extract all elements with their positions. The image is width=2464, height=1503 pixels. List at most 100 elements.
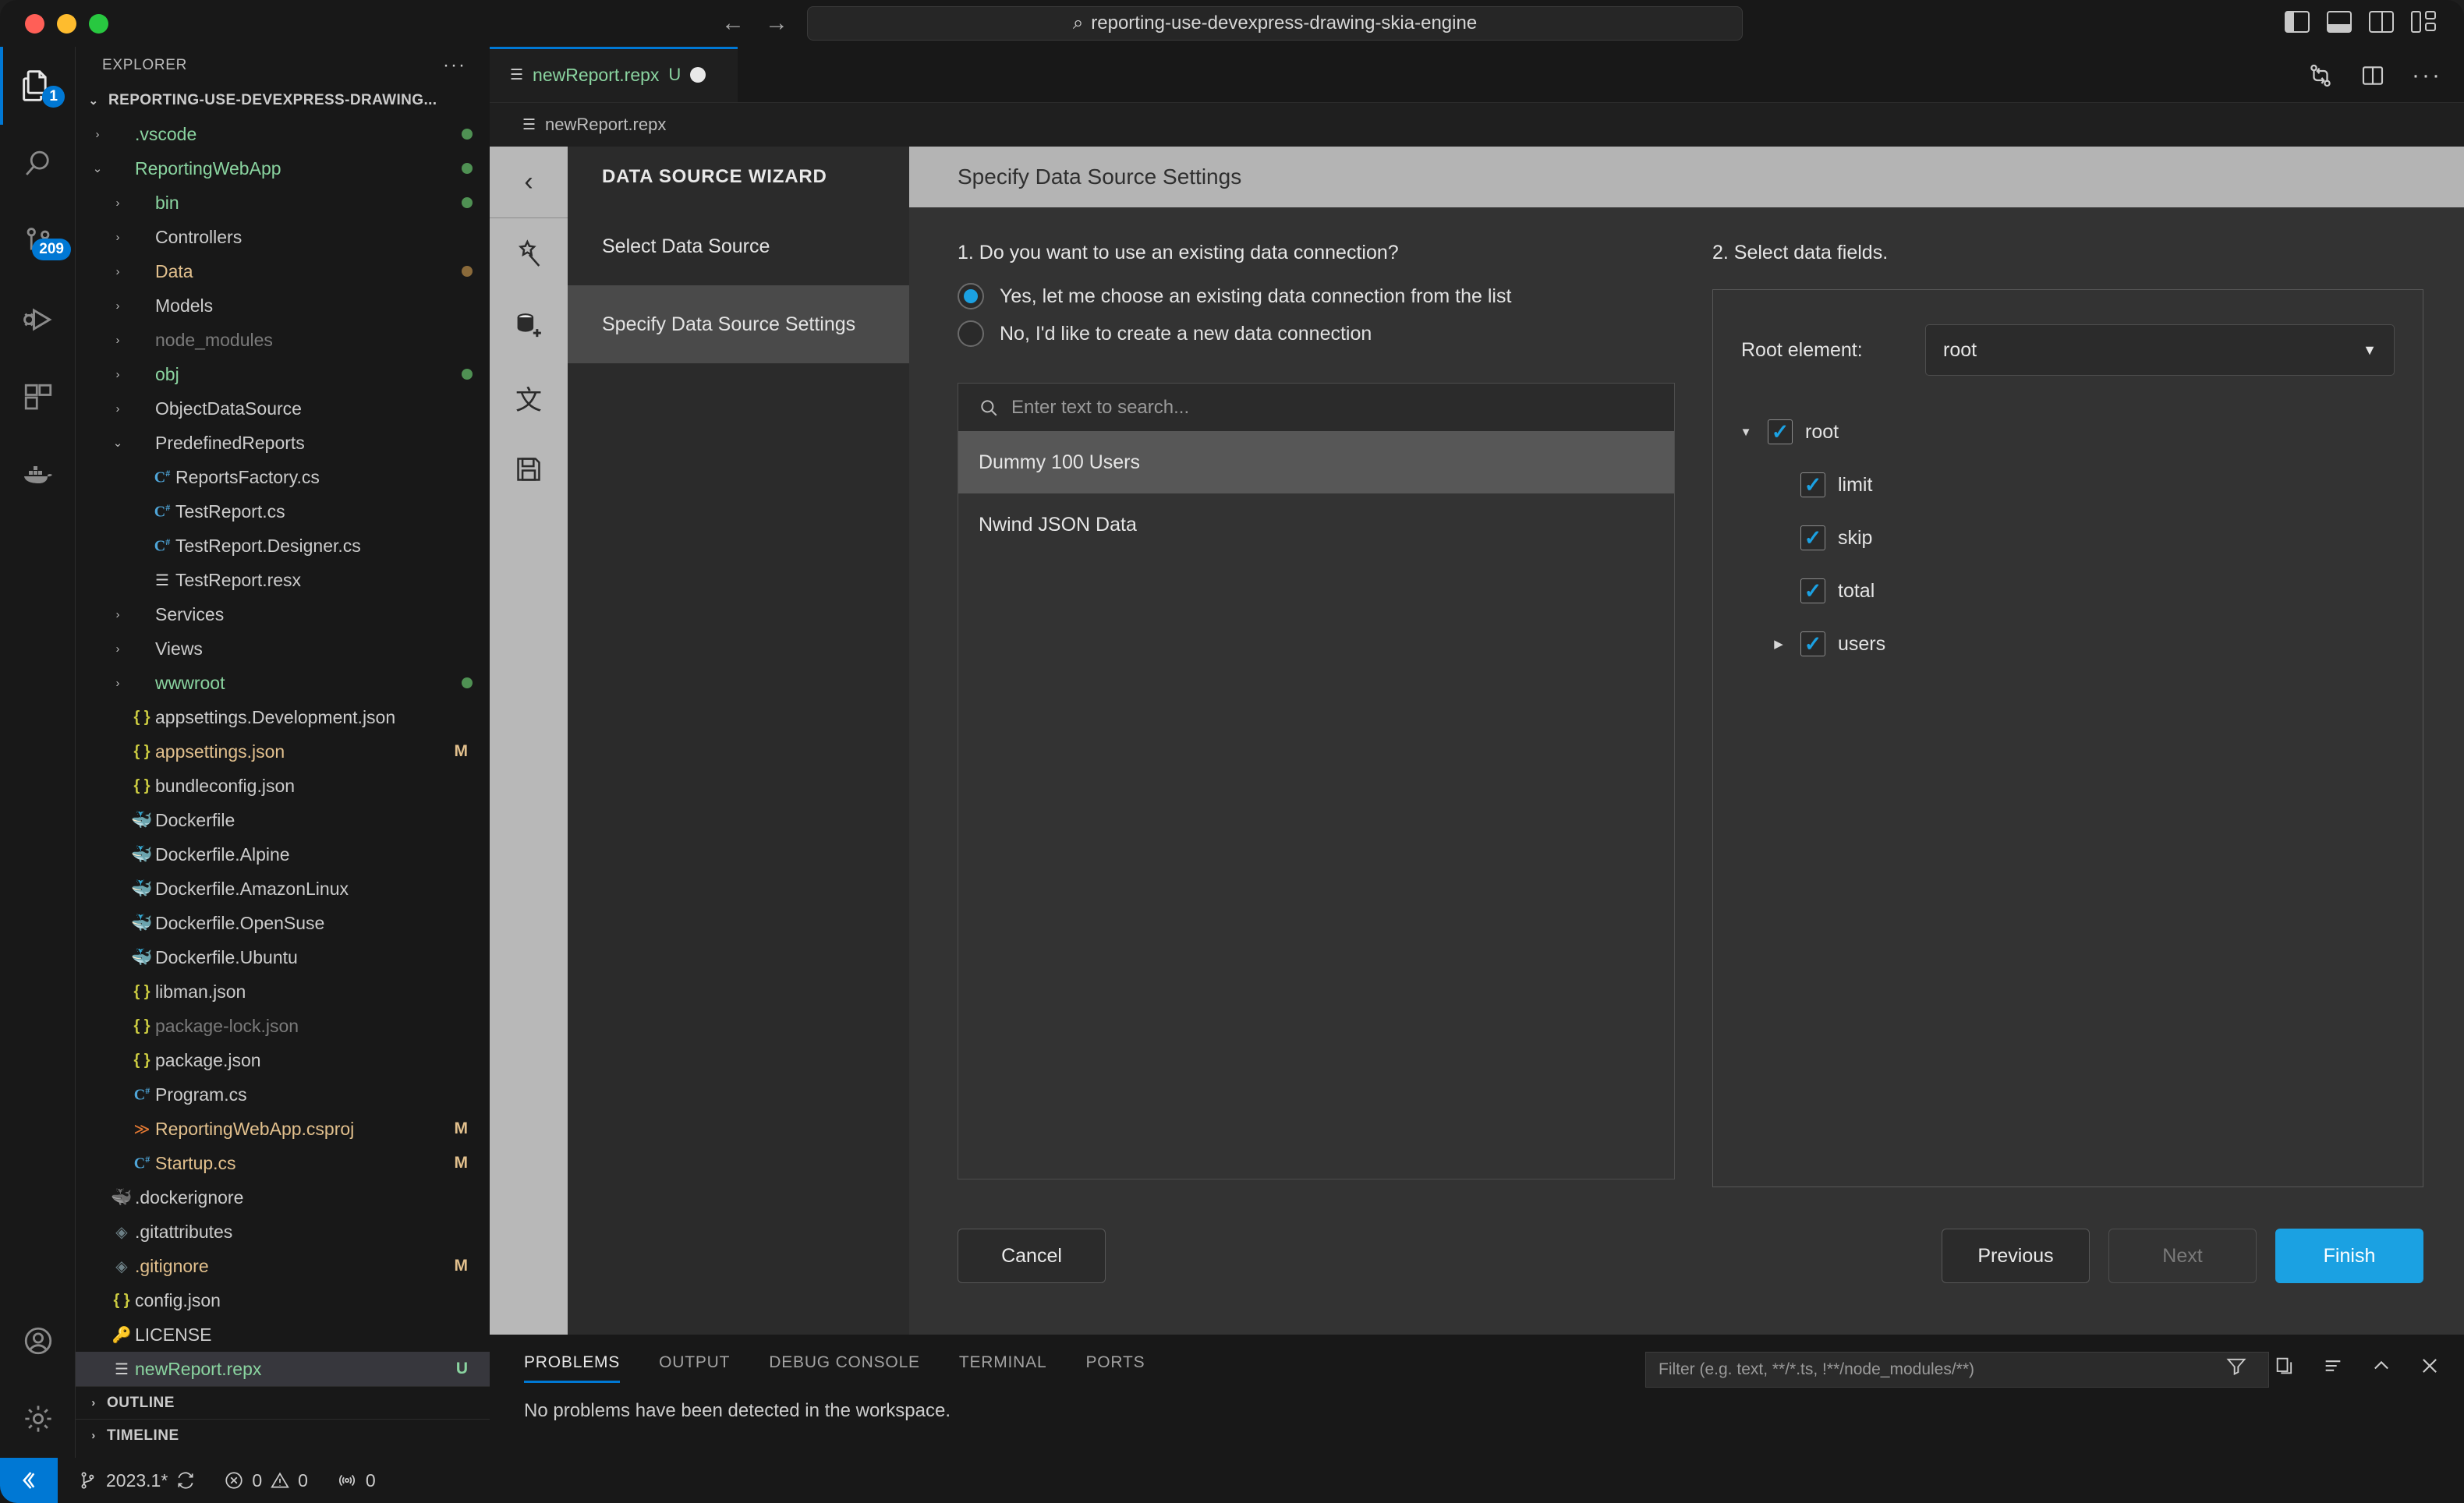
tab-newreport-repx[interactable]: ☰ newReport.repx U xyxy=(490,47,738,103)
radio-button-selected[interactable] xyxy=(958,283,984,309)
minimize-window-button[interactable] xyxy=(57,13,76,34)
file-tree-item[interactable]: 🐳 .dockerignore xyxy=(76,1180,490,1215)
compare-icon[interactable] xyxy=(2307,62,2334,89)
sync-icon[interactable] xyxy=(175,1470,196,1491)
file-tree-item[interactable]: C# Startup.cs M xyxy=(76,1146,490,1180)
editor-more-actions-icon[interactable]: ··· xyxy=(2412,62,2442,89)
field-checkbox[interactable]: ✓ xyxy=(1800,525,1825,550)
save-icon[interactable] xyxy=(490,433,568,505)
navigation-arrows[interactable]: ← → xyxy=(721,12,788,35)
toggle-panel-icon[interactable] xyxy=(2327,11,2352,33)
activitybar-item-search[interactable] xyxy=(0,125,76,203)
forward-arrow-icon[interactable]: → xyxy=(765,12,788,35)
file-tree-item[interactable]: › Models xyxy=(76,288,490,323)
file-tree-item[interactable]: ☰ TestReport.resx xyxy=(76,563,490,597)
file-tree-item[interactable]: › Views xyxy=(76,631,490,666)
file-tree-item[interactable]: ☰ newReport.repx U xyxy=(76,1352,490,1386)
chevron-right-icon[interactable]: ▶ xyxy=(1769,637,1788,651)
status-problems[interactable]: 0 0 xyxy=(210,1470,322,1491)
list-icon[interactable] xyxy=(2322,1355,2344,1377)
file-tree-item[interactable]: › wwwroot xyxy=(76,666,490,700)
file-tree-item[interactable]: { } bundleconfig.json xyxy=(76,769,490,803)
window-controls[interactable] xyxy=(25,13,108,34)
activitybar-item-source-control[interactable]: 209 xyxy=(0,203,76,281)
file-tree-item[interactable]: C# ReportsFactory.cs xyxy=(76,460,490,494)
chevron-down-icon[interactable]: ▼ xyxy=(1736,426,1755,439)
file-tree-item[interactable]: ⌄ PredefinedReports xyxy=(76,426,490,460)
file-tree-item[interactable]: { } package-lock.json xyxy=(76,1009,490,1043)
explorer-more-actions-icon[interactable]: ··· xyxy=(443,55,466,76)
cancel-button[interactable]: Cancel xyxy=(958,1229,1106,1283)
panel-tab-debug-console[interactable]: DEBUG CONSOLE xyxy=(769,1353,920,1383)
tab-dirty-indicator[interactable] xyxy=(690,67,706,83)
activitybar-item-explorer[interactable]: 1 xyxy=(0,47,76,125)
file-tree-item[interactable]: › bin xyxy=(76,186,490,220)
connection-list-item[interactable]: Nwind JSON Data xyxy=(958,493,1674,556)
status-branch[interactable]: 2023.1* xyxy=(58,1470,210,1491)
file-tree-item[interactable]: › obj xyxy=(76,357,490,391)
command-center-search[interactable]: ⌕ reporting-use-devexpress-drawing-skia-… xyxy=(807,6,1743,41)
data-field-node[interactable]: ✓ limit xyxy=(1736,458,2423,511)
localization-icon[interactable]: 文 xyxy=(490,362,568,433)
connection-list-item[interactable]: Dummy 100 Users xyxy=(958,431,1674,493)
status-ports[interactable]: 0 xyxy=(322,1470,390,1491)
activitybar-item-run-and-debug[interactable] xyxy=(0,281,76,359)
chevron-up-icon[interactable] xyxy=(2370,1355,2392,1377)
previous-button[interactable]: Previous xyxy=(1942,1229,2090,1283)
split-editor-icon[interactable] xyxy=(2360,63,2385,88)
add-data-source-icon[interactable] xyxy=(490,290,568,362)
workspace-root-row[interactable]: ⌄ REPORTING-USE-DEVEXPRESS-DRAWING... xyxy=(76,84,490,117)
data-field-node[interactable]: ✓ skip xyxy=(1736,511,2423,564)
outline-section-header[interactable]: › OUTLINE xyxy=(76,1386,490,1419)
file-tree-item[interactable]: C# Program.cs xyxy=(76,1077,490,1112)
file-tree-item[interactable]: ⌄ ReportingWebApp xyxy=(76,151,490,186)
breadcrumb[interactable]: ☰ newReport.repx xyxy=(490,103,2464,147)
panel-tab-ports[interactable]: PORTS xyxy=(1085,1353,1145,1383)
file-tree-item[interactable]: › ObjectDataSource xyxy=(76,391,490,426)
file-tree-item[interactable]: › Services xyxy=(76,597,490,631)
wizard-step-select-data-source[interactable]: Select Data Source xyxy=(568,207,909,285)
data-field-node[interactable]: ▼ ✓ root xyxy=(1736,405,2423,458)
collapse-icon[interactable] xyxy=(2274,1355,2296,1377)
radio-use-existing-connection[interactable]: Yes, let me choose an existing data conn… xyxy=(958,283,1675,309)
file-tree-item[interactable]: ◈ .gitignore M xyxy=(76,1249,490,1283)
customize-layout-icon[interactable] xyxy=(2411,11,2437,33)
file-tree-item[interactable]: ≫ ReportingWebApp.csproj M xyxy=(76,1112,490,1146)
file-tree-item[interactable]: 🔑 LICENSE xyxy=(76,1317,490,1352)
back-arrow-icon[interactable]: ← xyxy=(721,12,745,35)
file-tree-item[interactable]: 🐳 Dockerfile.Ubuntu xyxy=(76,940,490,974)
back-chevron-icon[interactable]: ‹ xyxy=(490,147,568,218)
file-tree-item[interactable]: › Data xyxy=(76,254,490,288)
activitybar-item-docker[interactable] xyxy=(0,437,76,515)
problems-filter-input[interactable]: Filter (e.g. text, **/*.ts, !**/node_mod… xyxy=(1645,1352,2269,1388)
next-button[interactable]: Next xyxy=(2108,1229,2257,1283)
file-tree-item[interactable]: 🐳 Dockerfile xyxy=(76,803,490,837)
file-tree-item[interactable]: { } appsettings.json M xyxy=(76,734,490,769)
root-element-select[interactable]: root ▼ xyxy=(1925,324,2395,376)
close-window-button[interactable] xyxy=(25,13,44,34)
layout-controls[interactable] xyxy=(2285,11,2437,33)
activitybar-item-accounts[interactable] xyxy=(0,1302,76,1380)
filter-icon[interactable] xyxy=(2225,1355,2247,1377)
file-tree-item[interactable]: { } package.json xyxy=(76,1043,490,1077)
toggle-primary-sidebar-icon[interactable] xyxy=(2285,11,2310,33)
connection-search-input[interactable]: Enter text to search... xyxy=(958,383,1675,431)
file-tree-item[interactable]: 🐳 Dockerfile.Alpine xyxy=(76,837,490,872)
file-tree-item[interactable]: › Controllers xyxy=(76,220,490,254)
file-tree-item[interactable]: › .vscode xyxy=(76,117,490,151)
magic-wand-icon[interactable] xyxy=(490,218,568,290)
panel-tab-output[interactable]: OUTPUT xyxy=(659,1353,730,1383)
file-tree-item[interactable]: 🐳 Dockerfile.AmazonLinux xyxy=(76,872,490,906)
field-checkbox[interactable]: ✓ xyxy=(1800,631,1825,656)
editor-tab-actions[interactable]: ··· xyxy=(2307,62,2442,89)
panel-tab-terminal[interactable]: TERMINAL xyxy=(959,1353,1047,1383)
radio-create-new-connection[interactable]: No, I'd like to create a new data connec… xyxy=(958,320,1675,347)
data-field-node[interactable]: ✓ total xyxy=(1736,564,2423,617)
activitybar-item-settings[interactable] xyxy=(0,1380,76,1458)
file-tree-item[interactable]: ◈ .gitattributes xyxy=(76,1215,490,1249)
timeline-section-header[interactable]: › TIMELINE xyxy=(76,1419,490,1452)
file-tree-item[interactable]: 🐳 Dockerfile.OpenSuse xyxy=(76,906,490,940)
field-checkbox[interactable]: ✓ xyxy=(1768,419,1793,444)
wizard-step-specify-data-source-settings[interactable]: Specify Data Source Settings xyxy=(568,285,909,363)
activitybar-item-extensions[interactable] xyxy=(0,359,76,437)
